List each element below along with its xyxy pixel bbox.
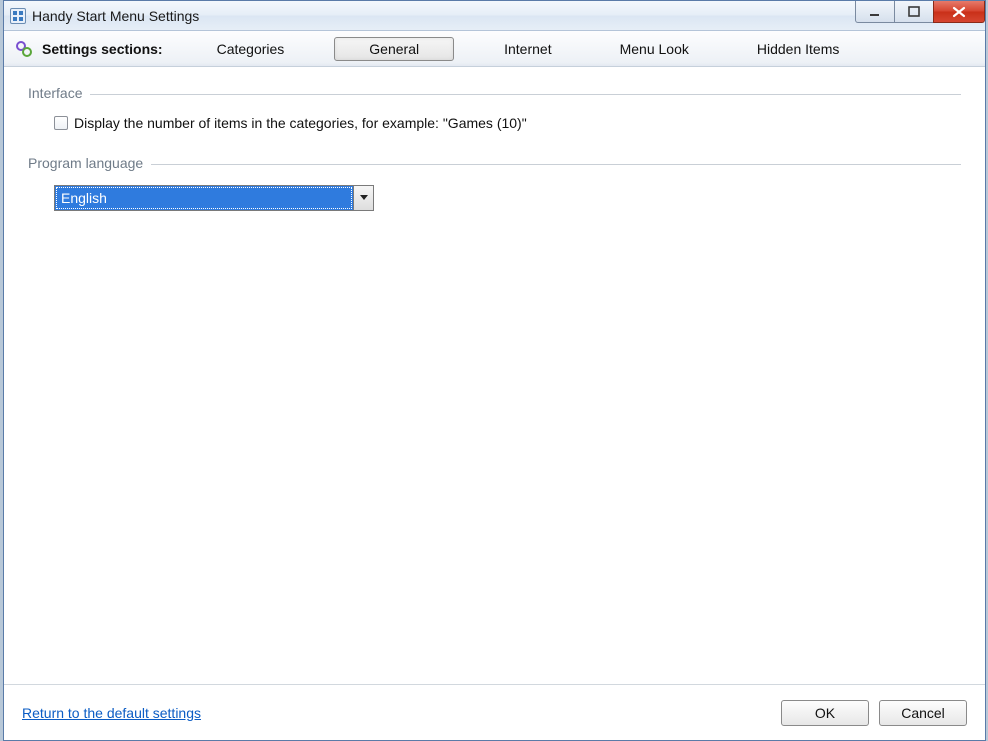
tab-categories[interactable]: Categories [199,39,303,59]
titlebar: Handy Start Menu Settings [4,1,985,31]
footer: Return to the default settings OK Cancel [4,684,985,740]
app-icon [10,8,26,24]
display-count-checkbox[interactable] [54,116,68,130]
tab-hidden-items[interactable]: Hidden Items [739,39,857,59]
maximize-icon [908,6,920,18]
close-button[interactable] [933,1,985,23]
group-legend: Program language [28,155,961,171]
combo-dropdown-button[interactable] [353,186,373,210]
reset-defaults-link[interactable]: Return to the default settings [22,705,201,721]
sections-toolbar: Settings sections: Categories General In… [4,31,985,67]
chevron-down-icon [360,195,368,201]
window-controls [856,1,985,23]
group-language: Program language English [28,155,961,215]
close-icon [952,6,966,18]
group-legend: Interface [28,85,961,101]
language-selected-value: English [55,186,353,210]
ok-button[interactable]: OK [781,700,869,726]
tab-menu-look[interactable]: Menu Look [602,39,707,59]
window-title: Handy Start Menu Settings [32,8,199,24]
maximize-button[interactable] [894,1,934,23]
display-count-row: Display the number of items in the categ… [54,115,961,131]
language-combobox[interactable]: English [54,185,374,211]
tab-internet[interactable]: Internet [486,39,569,59]
divider [90,94,961,95]
group-interface: Interface Display the number of items in… [28,85,961,135]
group-interface-label: Interface [28,85,82,101]
minimize-button[interactable] [855,1,895,23]
settings-window: Handy Start Menu Settings Settings secti… [3,0,986,741]
display-count-label: Display the number of items in the categ… [74,115,527,131]
footer-buttons: OK Cancel [781,700,967,726]
group-language-label: Program language [28,155,143,171]
content-area: Interface Display the number of items in… [4,67,985,684]
tab-general[interactable]: General [334,37,454,61]
divider [151,164,961,165]
sections-label: Settings sections: [42,41,163,57]
settings-gear-icon [14,39,34,59]
minimize-icon [869,6,881,18]
cancel-button[interactable]: Cancel [879,700,967,726]
